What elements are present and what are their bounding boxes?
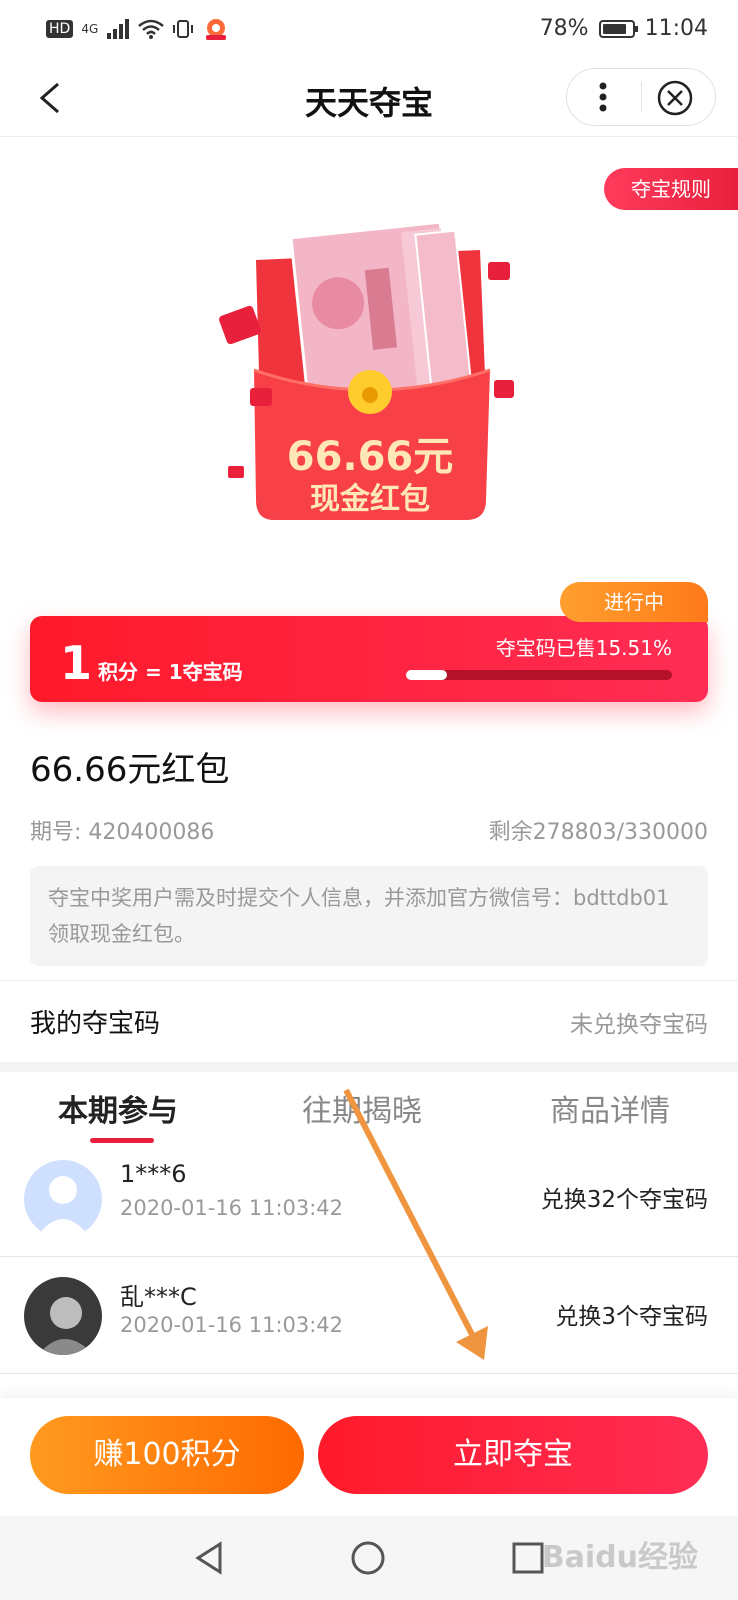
- rules-button[interactable]: 夺宝规则: [604, 168, 738, 210]
- status-left: HD 4G: [46, 18, 230, 40]
- signal-icon: [107, 19, 130, 39]
- participant-time: 2020-01-16 11:03:42: [120, 1313, 344, 1337]
- annotation-arrow-icon: [343, 1088, 488, 1360]
- points-ratio: 1 积分 = 1夺宝码: [60, 636, 243, 690]
- ratio-number: 1: [60, 636, 93, 690]
- close-circle-icon: [657, 80, 693, 116]
- remaining-count: 剩余278803/330000: [488, 820, 708, 845]
- section-divider: [0, 1062, 738, 1072]
- progress-track: [406, 670, 672, 680]
- signal-label: 4G: [81, 22, 99, 36]
- participant-codes: 兑换32个夺宝码: [540, 1187, 708, 1213]
- participant-time: 2020-01-16 11:03:42: [120, 1196, 344, 1220]
- item-title: 66.66元红包: [30, 750, 230, 790]
- network-type: HD: [46, 20, 74, 38]
- more-button[interactable]: [581, 75, 625, 119]
- wifi-icon: [138, 19, 165, 39]
- photo-avatar-icon: [38, 1297, 94, 1355]
- progress-banner: 1 积分 = 1夺宝码 夺宝码已售15.51%: [30, 616, 708, 702]
- status-right: 78% 11:04: [540, 16, 708, 41]
- close-button[interactable]: [653, 76, 697, 120]
- my-codes-label: 我的夺宝码: [30, 1009, 161, 1039]
- system-nav-bar: Baidu经验: [0, 1516, 738, 1600]
- action-bar: 赚100积分 立即夺宝: [0, 1398, 738, 1516]
- join-now-button[interactable]: 立即夺宝: [318, 1416, 708, 1494]
- clock: 11:04: [644, 16, 708, 41]
- participant-name: 1***6: [120, 1160, 187, 1188]
- mini-program-capsule: [566, 68, 716, 126]
- nav-bar: 天天夺宝: [0, 62, 738, 137]
- sold-percent-text: 夺宝码已售15.51%: [495, 636, 672, 660]
- more-vertical-icon: [599, 82, 607, 112]
- avatar: [24, 1277, 102, 1355]
- avatar: [24, 1160, 102, 1238]
- back-triangle-icon[interactable]: [190, 1538, 230, 1578]
- participant-codes: 兑换3个夺宝码: [555, 1304, 708, 1330]
- earn-points-button[interactable]: 赚100积分: [30, 1416, 304, 1494]
- tab-current-participants[interactable]: 本期参与: [58, 1086, 178, 1130]
- issue-number: 期号: 420400086: [30, 820, 215, 845]
- progress-fill: [406, 670, 448, 680]
- my-codes-status: 未兑换夺宝码: [570, 1012, 708, 1038]
- my-codes-row[interactable]: 我的夺宝码 未兑换夺宝码: [0, 980, 738, 1061]
- vibrate-icon: [173, 20, 194, 38]
- notice-box: 夺宝中奖用户需及时提交个人信息，并添加官方微信号：bdttdb01 领取现金红包…: [30, 866, 708, 966]
- battery-icon: [598, 19, 638, 38]
- participant-name: 乱***C: [120, 1283, 197, 1311]
- app-notification-icon: [206, 19, 227, 40]
- battery-percent: 78%: [539, 16, 589, 41]
- status-bar: HD 4G 78% 11:04: [0, 0, 738, 62]
- capsule-divider: [641, 82, 642, 112]
- tab-product-details[interactable]: 商品详情: [550, 1086, 670, 1130]
- watermark: Baidu经验: [541, 1540, 698, 1575]
- ratio-text: 积分 = 1夺宝码: [98, 660, 243, 684]
- status-tag: 进行中: [560, 582, 708, 622]
- home-circle-icon[interactable]: [348, 1538, 388, 1578]
- hero-caption: 现金红包: [310, 482, 430, 517]
- default-avatar-icon: [36, 1176, 90, 1238]
